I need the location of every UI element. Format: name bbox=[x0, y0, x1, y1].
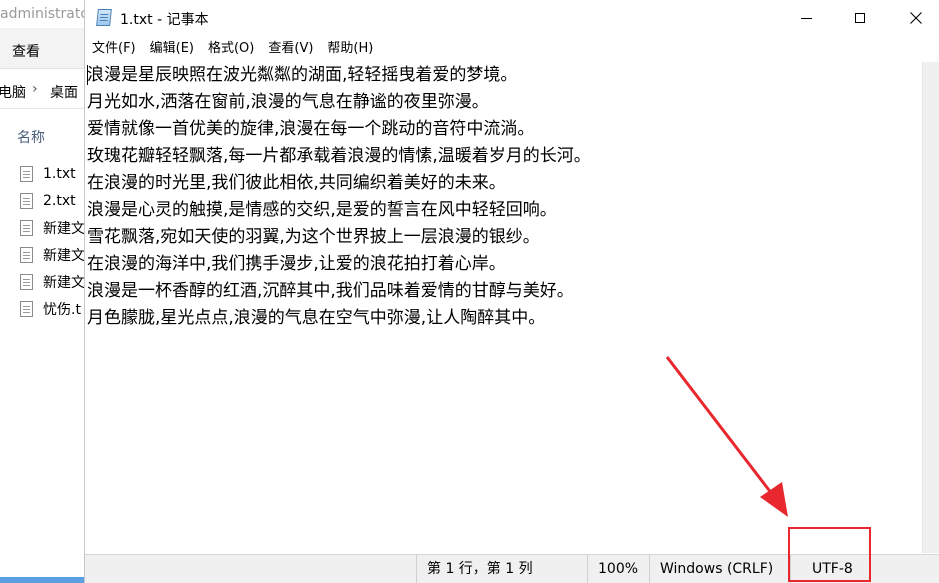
file-name: 新建文 bbox=[43, 274, 85, 291]
text-file-icon bbox=[20, 165, 33, 182]
breadcrumb-chevron-icon: › bbox=[32, 81, 38, 97]
file-item[interactable]: 新建文 bbox=[20, 241, 85, 268]
file-name: 新建文 bbox=[43, 247, 85, 264]
explorer-title: administrato bbox=[0, 6, 87, 22]
text-file-icon bbox=[20, 219, 33, 236]
file-name: 新建文 bbox=[43, 220, 85, 237]
text-line: 爱情就像一首优美的旋律,浪漫在每一个跳动的音符中流淌。 bbox=[87, 119, 535, 139]
window-title: 1.txt - 记事本 bbox=[120, 12, 209, 28]
notepad-window: 1.txt - 记事本 文件(F) 编辑(E) 格式(O) 查看(V) 帮助(H… bbox=[84, 0, 939, 583]
notepad-app-icon[interactable] bbox=[96, 9, 112, 26]
line-ending: Windows (CRLF) bbox=[649, 555, 789, 583]
vertical-scrollbar[interactable] bbox=[922, 62, 939, 553]
text-editor[interactable]: 浪漫是星辰映照在波光粼粼的湖面,轻轻摇曳着爱的梦境。 月光如水,洒落在窗前,浪漫… bbox=[87, 62, 923, 553]
file-item[interactable]: 新建文 bbox=[20, 214, 85, 241]
file-name: 忧伤.t bbox=[43, 301, 81, 318]
file-name: 2.txt bbox=[43, 192, 76, 209]
text-line: 玫瑰花瓣轻轻飘落,每一片都承载着浪漫的情愫,温暖着岁月的长河。 bbox=[87, 146, 591, 166]
maximize-button[interactable] bbox=[837, 0, 883, 36]
minimize-icon bbox=[800, 17, 812, 19]
zoom-level: 100% bbox=[587, 555, 648, 583]
file-item[interactable]: 1.txt bbox=[20, 160, 85, 187]
breadcrumb-this-pc[interactable]: 电脑 bbox=[0, 82, 26, 102]
text-file-icon bbox=[20, 246, 33, 263]
text-line: 在浪漫的海洋中,我们携手漫步,让爱的浪花拍打着心岸。 bbox=[87, 254, 506, 274]
explorer-file-list: 1.txt 2.txt 新建文 新建文 新建文 忧伤.t bbox=[20, 160, 85, 322]
maximize-icon bbox=[855, 13, 865, 23]
file-item[interactable]: 2.txt bbox=[20, 187, 85, 214]
taskbar-edge bbox=[0, 577, 86, 583]
menu-edit[interactable]: 编辑(E) bbox=[143, 38, 201, 60]
close-button[interactable] bbox=[893, 0, 939, 36]
file-item[interactable]: 忧伤.t bbox=[20, 295, 85, 322]
text-line: 月色朦胧,星光点点,浪漫的气息在空气中弥漫,让人陶醉其中。 bbox=[87, 308, 546, 328]
text-line: 雪花飘落,宛如天使的羽翼,为这个世界披上一层浪漫的银纱。 bbox=[87, 227, 540, 247]
column-header-name[interactable]: 名称 bbox=[17, 127, 45, 147]
menu-bar: 文件(F) 编辑(E) 格式(O) 查看(V) 帮助(H) bbox=[85, 38, 939, 60]
text-line: 浪漫是一杯香醇的红酒,沉醉其中,我们品味着爱情的甘醇与美好。 bbox=[87, 281, 574, 301]
text-file-icon bbox=[20, 192, 33, 209]
menu-format[interactable]: 格式(O) bbox=[201, 38, 261, 60]
file-explorer-window: administrato 查看 电脑 › 桌面 名称 1.txt 2.txt 新… bbox=[0, 0, 87, 583]
explorer-view-tab[interactable]: 查看 bbox=[12, 41, 40, 61]
title-bar[interactable]: 1.txt - 记事本 bbox=[85, 0, 939, 36]
text-caret bbox=[87, 65, 88, 85]
text-line: 浪漫是心灵的触摸,是情感的交织,是爱的誓言在风中轻轻回响。 bbox=[87, 200, 557, 220]
menu-file[interactable]: 文件(F) bbox=[85, 38, 143, 60]
close-icon bbox=[910, 12, 922, 24]
cursor-position: 第 1 行，第 1 列 bbox=[416, 555, 586, 583]
file-name: 1.txt bbox=[43, 165, 76, 182]
text-file-icon bbox=[20, 273, 33, 290]
minimize-button[interactable] bbox=[783, 0, 829, 36]
menu-help[interactable]: 帮助(H) bbox=[320, 38, 380, 60]
text-line: 月光如水,洒落在窗前,浪漫的气息在静谧的夜里弥漫。 bbox=[87, 92, 489, 112]
menu-view[interactable]: 查看(V) bbox=[261, 38, 320, 60]
breadcrumb-desktop[interactable]: 桌面 bbox=[50, 82, 78, 102]
annotation-highlight-box bbox=[788, 527, 871, 582]
text-line: 在浪漫的时光里,我们彼此相依,共同编织着美好的未来。 bbox=[87, 173, 506, 193]
text-line: 浪漫是星辰映照在波光粼粼的湖面,轻轻摇曳着爱的梦境。 bbox=[87, 65, 518, 85]
file-item[interactable]: 新建文 bbox=[20, 268, 85, 295]
text-file-icon bbox=[20, 300, 33, 317]
